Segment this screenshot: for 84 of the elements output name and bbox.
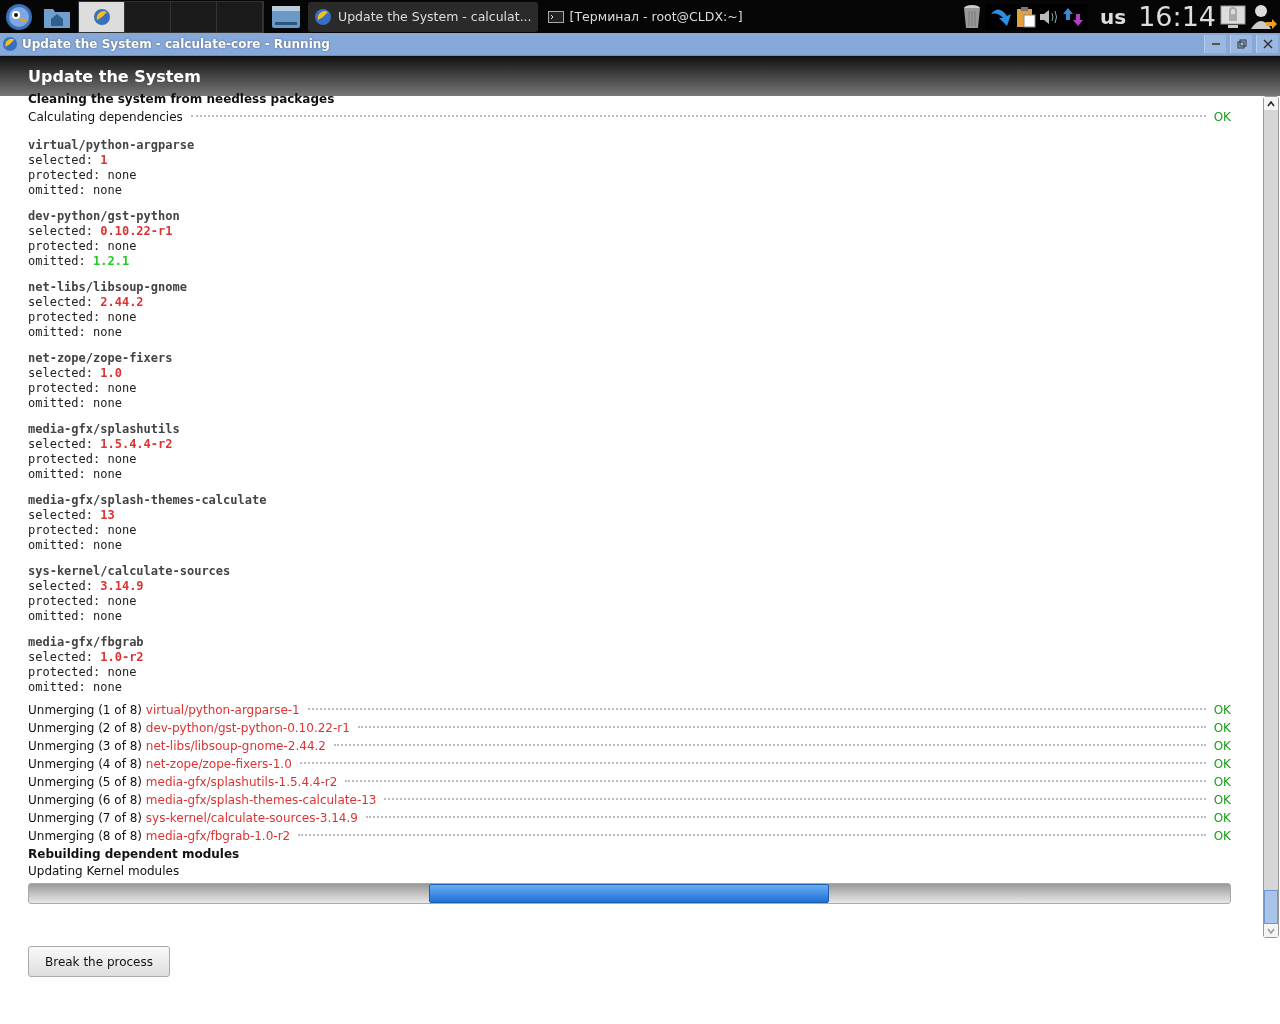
- package-field: omitted: none: [28, 680, 1231, 695]
- log-line: Updating Kernel modules: [28, 863, 181, 880]
- package-field: selected: 1.0-r2: [28, 650, 1231, 665]
- desktop-switcher[interactable]: [171, 1, 217, 32]
- log-heading: Cleaning the system from needless packages: [28, 91, 336, 108]
- ok-status: OK: [1213, 109, 1231, 126]
- package-field: selected: 2.44.2: [28, 295, 1231, 310]
- log-line: Unmerging (1 of 8) virtual/python-argparse-1: [28, 702, 300, 719]
- package-field: protected: none: [28, 665, 1231, 680]
- package-name: media-gfx/splashutils: [28, 422, 181, 437]
- scrollbar[interactable]: [1263, 96, 1279, 938]
- log-line: Unmerging (4 of 8) net-zope/zope-fixers-1.0: [28, 756, 292, 773]
- log-line: Unmerging (7 of 8) sys-kernel/calculate-sources-3.14.9: [28, 810, 358, 827]
- package-field: protected: none: [28, 239, 1231, 254]
- ok-status: OK: [1213, 738, 1231, 755]
- package-field: selected: 1.5.4.4-r2: [28, 437, 1231, 452]
- package-field: omitted: none: [28, 183, 1231, 198]
- package-field: protected: none: [28, 310, 1231, 325]
- scrollbar-thumb[interactable]: [1264, 890, 1278, 924]
- log-line: Calculating dependencies: [28, 109, 183, 126]
- scroll-up-icon[interactable]: [1266, 99, 1276, 108]
- page-heading: Update the System: [28, 66, 201, 86]
- window-title: Update the System - calculate-core - Running: [22, 37, 330, 51]
- log-line: Unmerging (8 of 8) media-gfx/fbgrab-1.0-r2: [28, 828, 291, 845]
- package-name: net-zope/zope-fixers: [28, 351, 174, 366]
- package-field: protected: none: [28, 381, 1231, 396]
- ok-status: OK: [1213, 720, 1231, 737]
- trash-icon[interactable]: [963, 3, 982, 30]
- lock-screen-icon[interactable]: [1220, 3, 1246, 30]
- package-field: selected: 0.10.22-r1: [28, 224, 1231, 239]
- log-line: Unmerging (2 of 8) dev-python/gst-python-0.10.22-r1: [28, 720, 350, 737]
- keyboard-layout[interactable]: us: [1100, 4, 1127, 29]
- maximize-icon: [1236, 39, 1247, 49]
- package-field: omitted: none: [28, 396, 1231, 411]
- package-field: selected: 3.14.9: [28, 579, 1231, 594]
- close-button[interactable]: [1256, 35, 1278, 53]
- package-field: omitted: 1.2.1: [28, 254, 1231, 269]
- package-name: sys-kernel/calculate-sources: [28, 564, 232, 579]
- close-icon: [1262, 39, 1273, 49]
- package-field: selected: 1: [28, 153, 1231, 168]
- minimize-button[interactable]: [1204, 35, 1226, 53]
- terminal-icon: [547, 10, 564, 23]
- package-field: omitted: none: [28, 538, 1231, 553]
- package-field: protected: none: [28, 523, 1231, 538]
- package-field: protected: none: [28, 452, 1231, 467]
- package-name: net-libs/libsoup-gnome: [28, 280, 188, 295]
- ok-status: OK: [1213, 810, 1231, 827]
- log-line: Unmerging (3 of 8) net-libs/libsoup-gnome-2.44.2: [28, 738, 326, 755]
- log-heading: Rebuilding dependent modules: [28, 846, 241, 863]
- package-name: media-gfx/splash-themes-calculate: [28, 493, 268, 508]
- desktop-switcher[interactable]: [217, 1, 263, 32]
- ok-status: OK: [1213, 756, 1231, 773]
- clock: 16:14: [1138, 1, 1216, 32]
- break-process-button[interactable]: Break the process: [28, 946, 170, 977]
- package-field: selected: 13: [28, 508, 1231, 523]
- minimize-icon: [1211, 43, 1220, 45]
- scroll-down-icon[interactable]: [1266, 926, 1276, 935]
- log-line: Unmerging (5 of 8) media-gfx/splashutils-1.5.4.4-r2: [28, 774, 338, 791]
- user-logout-icon[interactable]: [1250, 2, 1278, 31]
- network-arrows-icon[interactable]: [1062, 6, 1085, 27]
- package-field: omitted: none: [28, 467, 1231, 482]
- app-icon: [314, 7, 332, 26]
- ok-status: OK: [1213, 702, 1231, 719]
- ok-status: OK: [1213, 792, 1231, 809]
- package-field: omitted: none: [28, 609, 1231, 624]
- package-name: dev-python/gst-python: [28, 209, 181, 224]
- log-line: Unmerging (6 of 8) media-gfx/splash-themes-calculate-13: [28, 792, 377, 809]
- ok-status: OK: [1213, 774, 1231, 791]
- app-icon: [92, 7, 111, 26]
- taskbar-task[interactable]: Update the System - calculat...: [308, 1, 538, 32]
- desktop-switcher[interactable]: [79, 1, 125, 32]
- ok-status: OK: [1213, 828, 1231, 845]
- package-field: protected: none: [28, 594, 1231, 609]
- package-name: media-gfx/fbgrab: [28, 635, 145, 650]
- package-field: protected: none: [28, 168, 1231, 183]
- package-field: omitted: none: [28, 325, 1231, 340]
- package-field: selected: 1.0: [28, 366, 1231, 381]
- package-name: virtual/python-argparse: [28, 138, 196, 153]
- taskbar-task[interactable]: [Терминал - root@CLDX:~]: [541, 1, 749, 32]
- speaker-icon[interactable]: [1039, 7, 1060, 26]
- maximize-button[interactable]: [1230, 35, 1252, 53]
- desktop-switcher[interactable]: [125, 1, 171, 32]
- clipboard-icon[interactable]: [1016, 5, 1037, 28]
- app-icon: [2, 36, 18, 52]
